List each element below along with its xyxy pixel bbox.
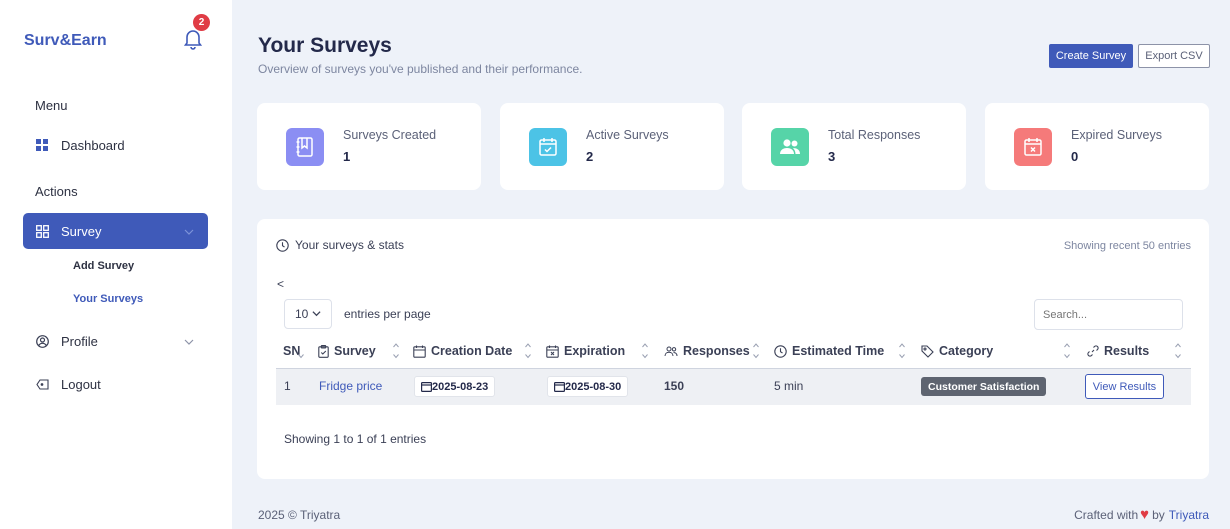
sidebar-subitem-add-survey[interactable]: Add Survey [73, 260, 134, 272]
footer-crafted-text: Crafted with [1074, 507, 1139, 522]
sort-icon[interactable] [753, 343, 759, 361]
sidebar-item-survey[interactable]: Survey [23, 213, 208, 249]
calendar-x-icon [1014, 128, 1052, 166]
table-info: Showing 1 to 1 of 1 entries [284, 432, 427, 446]
column-header-survey[interactable]: Survey [318, 344, 376, 358]
chevron-down-icon [184, 225, 194, 235]
sidebar-item-label: Logout [61, 376, 101, 392]
stat-value: 3 [828, 149, 836, 164]
entries-note: Showing recent 50 entries [1063, 240, 1191, 252]
stat-card-expired-surveys: Expired Surveys 0 [985, 103, 1209, 190]
page-subtitle: Overview of surveys you've published and… [258, 62, 583, 76]
sort-icon[interactable] [1064, 343, 1070, 361]
clock-icon [276, 238, 289, 252]
sort-icon[interactable] [1175, 343, 1181, 361]
users-icon [664, 346, 678, 356]
view-results-button[interactable]: View Results [1085, 374, 1164, 399]
per-page-select[interactable]: 10 [284, 299, 332, 329]
clipboard-icon [318, 344, 329, 358]
stat-value: 2 [586, 149, 594, 164]
calendar-icon [421, 382, 432, 392]
search-input[interactable] [1034, 299, 1183, 330]
cell-creation-date: 2025-08-23 [414, 376, 496, 397]
sidebar-item-dashboard[interactable]: Dashboard [23, 127, 208, 163]
footer-credit: Crafted with ♥ by Triyatra [1074, 506, 1209, 523]
link-icon [1087, 345, 1099, 357]
sort-icon[interactable] [899, 343, 905, 361]
menu-heading: Menu [35, 98, 68, 113]
stat-card-active-surveys: Active Surveys 2 [500, 103, 724, 190]
users-icon [771, 128, 809, 166]
sort-icon[interactable] [298, 343, 304, 361]
notification-badge: 2 [193, 14, 210, 31]
footer-author-link[interactable]: Triyatra [1169, 508, 1209, 522]
sidebar-item-profile[interactable]: Profile [23, 323, 208, 359]
calendar-x-icon [546, 345, 559, 358]
column-header-results[interactable]: Results [1087, 344, 1149, 358]
chevron-down-icon [312, 309, 321, 320]
panel-heading-text: Your surveys & stats [295, 238, 404, 252]
stat-label: Total Responses [828, 128, 921, 142]
cell-estimated-time: 5 min [774, 379, 804, 393]
actions-heading: Actions [35, 184, 78, 199]
column-header-creation-date[interactable]: Creation Date [413, 344, 512, 358]
cell-sn: 1 [284, 379, 291, 393]
logout-icon [35, 377, 49, 391]
user-circle-icon [35, 334, 49, 348]
column-header-estimated-time[interactable]: Estimated Time [774, 344, 884, 358]
footer-by-text: by [1152, 507, 1165, 522]
sidebar-item-label: Survey [61, 223, 102, 239]
stat-value: 0 [1071, 149, 1079, 164]
column-header-responses[interactable]: Responses [664, 344, 750, 358]
page-title: Your Surveys [258, 34, 392, 57]
footer-copyright: 2025 © Triyatra [258, 508, 341, 522]
tag-icon [921, 344, 934, 358]
column-header-category[interactable]: Category [921, 344, 993, 358]
clock-icon [774, 344, 787, 358]
per-page-value: 10 [295, 307, 309, 321]
sidebar-item-logout[interactable]: Logout [23, 366, 208, 402]
calendar-icon [413, 345, 426, 358]
heart-icon: ♥ [1140, 506, 1150, 523]
stat-card-total-responses: Total Responses 3 [742, 103, 966, 190]
stat-card-surveys-created: Surveys Created 1 [257, 103, 481, 190]
chevron-down-icon [184, 335, 194, 345]
grid-icon [35, 138, 49, 152]
cell-expiration-date: 2025-08-30 [547, 376, 629, 397]
sort-icon[interactable] [642, 343, 648, 361]
brand-logo[interactable]: Surv&Earn [24, 32, 107, 50]
calendar-check-icon [529, 128, 567, 166]
cell-responses: 150 [664, 379, 685, 393]
sort-icon[interactable] [393, 343, 399, 361]
stat-value: 1 [343, 149, 351, 164]
apps-icon [35, 224, 49, 238]
export-csv-button[interactable]: Export CSV [1138, 44, 1210, 68]
notebook-icon [286, 128, 324, 166]
sort-icon[interactable] [525, 343, 531, 361]
stat-label: Active Surveys [586, 128, 669, 142]
calendar-icon [554, 382, 565, 392]
panel-heading: Your surveys & stats [276, 238, 404, 252]
per-page-label: entries per page [344, 307, 431, 321]
sidebar-item-label: Profile [61, 333, 98, 349]
back-link[interactable]: < [277, 277, 284, 291]
create-survey-button[interactable]: Create Survey [1049, 44, 1133, 68]
stat-label: Expired Surveys [1071, 128, 1163, 142]
category-badge: Customer Satisfaction [921, 377, 1047, 396]
cell-survey-link[interactable]: Fridge price [319, 379, 382, 393]
column-header-expiration[interactable]: Expiration [546, 344, 625, 358]
sidebar-subitem-your-surveys[interactable]: Your Surveys [73, 293, 143, 305]
sidebar-item-label: Dashboard [61, 137, 125, 153]
stat-label: Surveys Created [343, 128, 437, 142]
